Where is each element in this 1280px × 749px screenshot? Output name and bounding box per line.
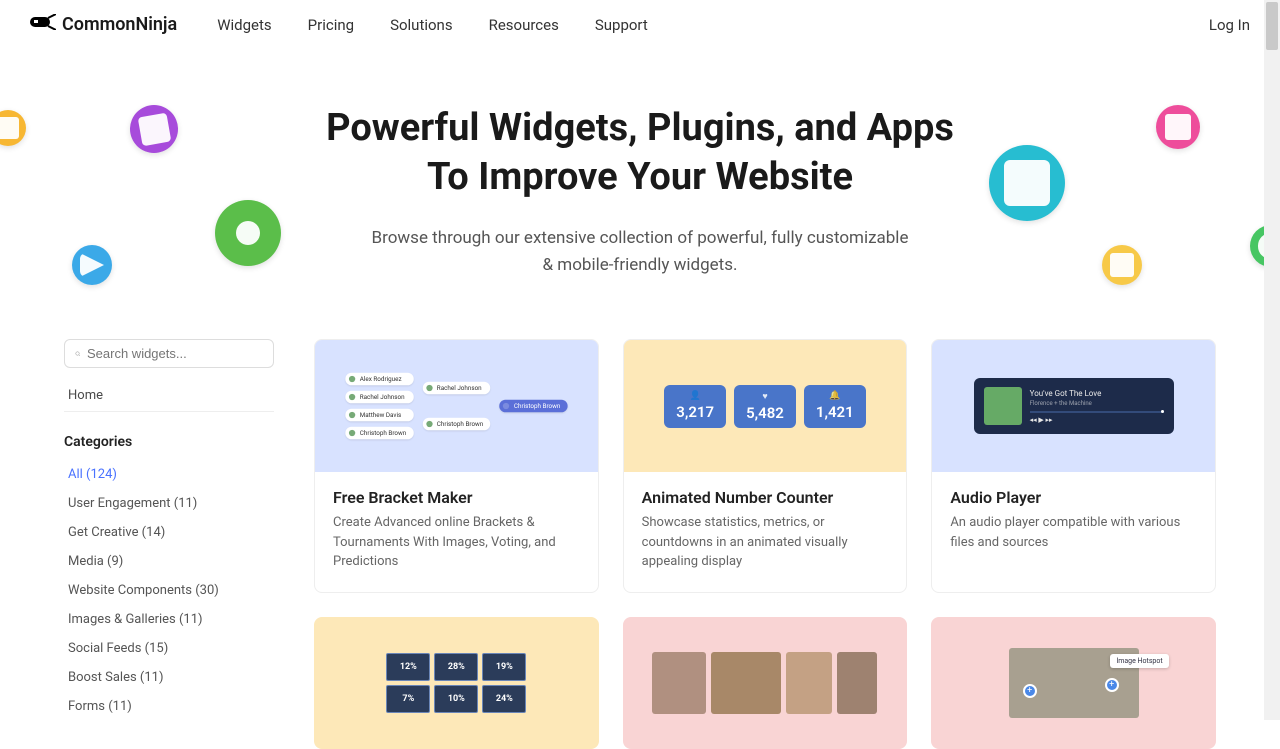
brand-logo[interactable]: CommonNinja: [30, 14, 177, 35]
hero-title-line: To Improve Your Website: [427, 155, 853, 199]
hero-title: Powerful Widgets, Plugins, and Apps To I…: [200, 104, 1080, 203]
card-description: An audio player compatible with various …: [950, 513, 1197, 552]
brand-text: CommonNinja: [62, 14, 177, 35]
search-box[interactable]: [64, 339, 274, 368]
widget-card-bracket[interactable]: Alex Rodriguez Rachel Johnson Matthew Da…: [314, 339, 599, 593]
hero-title-line: Powerful Widgets, Plugins, and Apps: [326, 106, 954, 150]
widget-grid: Alex Rodriguez Rachel Johnson Matthew Da…: [314, 339, 1216, 749]
card-description: Showcase statistics, metrics, or countdo…: [642, 513, 889, 572]
sidebar-home[interactable]: Home: [64, 380, 274, 412]
login-link[interactable]: Log In: [1209, 16, 1250, 34]
nav-solutions[interactable]: Solutions: [390, 16, 453, 34]
categories-heading: Categories: [64, 434, 274, 450]
widget-card-hotspot[interactable]: Image Hotspot + +: [931, 617, 1216, 749]
percent-tile: 7%: [386, 685, 430, 713]
category-social-feeds[interactable]: Social Feeds (15): [64, 634, 274, 663]
card-thumbnail: You've Got The Love Florence + the Machi…: [932, 340, 1215, 472]
hotspot-marker: +: [1105, 678, 1119, 692]
widget-card-feed[interactable]: [623, 617, 908, 749]
audio-player-mock: You've Got The Love Florence + the Machi…: [974, 378, 1174, 434]
search-input[interactable]: [87, 346, 263, 361]
hotspot-image: Image Hotspot + +: [1009, 648, 1139, 718]
bracket-entry: Alex Rodriguez: [345, 373, 413, 386]
main-content: Home Categories All (124) User Engagemen…: [0, 339, 1280, 749]
category-list: All (124) User Engagement (11) Get Creat…: [64, 460, 274, 721]
bracket-entry: Christoph Brown: [345, 427, 413, 440]
percent-tile: 12%: [386, 653, 430, 681]
bracket-winner: Christoph Brown: [499, 400, 567, 413]
widget-card-counter[interactable]: 👤3,217 ♥5,482 🔔1,421 Animated Number Cou…: [623, 339, 908, 593]
nav-pricing[interactable]: Pricing: [308, 16, 354, 34]
category-get-creative[interactable]: Get Creative (14): [64, 518, 274, 547]
card-title: Audio Player: [950, 488, 1197, 507]
hero-section: Powerful Widgets, Plugins, and Apps To I…: [0, 49, 1280, 339]
progress-bar: [1030, 411, 1164, 413]
hotspot-label: Image Hotspot: [1110, 654, 1168, 668]
track-artist: Florence + the Machine: [1030, 400, 1164, 407]
bracket-entry: Christoph Brown: [422, 418, 490, 431]
feed-image: [711, 652, 781, 714]
counter-stat: ♥5,482: [734, 385, 796, 428]
card-title: Animated Number Counter: [642, 488, 889, 507]
scrollbar-thumb[interactable]: [1266, 2, 1278, 50]
percent-tile: 24%: [482, 685, 526, 713]
nav-support[interactable]: Support: [595, 16, 648, 34]
card-thumbnail: 12% 28% 19% 7% 10% 24%: [314, 617, 599, 749]
hotspot-marker: +: [1023, 684, 1037, 698]
category-user-engagement[interactable]: User Engagement (11): [64, 489, 274, 518]
bracket-entry: Rachel Johnson: [422, 382, 490, 395]
percent-tile: 10%: [434, 685, 478, 713]
category-media[interactable]: Media (9): [64, 547, 274, 576]
card-thumbnail: Alex Rodriguez Rachel Johnson Matthew Da…: [315, 340, 598, 472]
category-boost-sales[interactable]: Boost Sales (11): [64, 663, 274, 692]
card-thumbnail: 👤3,217 ♥5,482 🔔1,421: [624, 340, 907, 472]
track-title: You've Got The Love: [1030, 389, 1164, 398]
counter-stat: 👤3,217: [664, 385, 726, 428]
ninja-icon: [30, 14, 56, 35]
widget-card-audio[interactable]: You've Got The Love Florence + the Machi…: [931, 339, 1216, 593]
bracket-entry: Matthew Davis: [345, 409, 413, 422]
category-forms[interactable]: Forms (11): [64, 692, 274, 721]
category-website-components[interactable]: Website Components (30): [64, 576, 274, 605]
card-description: Create Advanced online Brackets & Tourna…: [333, 513, 580, 572]
sidebar: Home Categories All (124) User Engagemen…: [64, 339, 274, 749]
header: CommonNinja Widgets Pricing Solutions Re…: [0, 0, 1280, 49]
nav-resources[interactable]: Resources: [489, 16, 559, 34]
widget-card-before-after[interactable]: 12% 28% 19% 7% 10% 24%: [314, 617, 599, 749]
card-thumbnail: [623, 617, 908, 749]
album-art: [984, 387, 1022, 425]
search-icon: [75, 347, 81, 361]
counter-stat: 🔔1,421: [804, 385, 866, 428]
percent-tile: 19%: [482, 653, 526, 681]
percent-tile: 28%: [434, 653, 478, 681]
nav-widgets[interactable]: Widgets: [217, 16, 271, 34]
feed-image: [786, 652, 832, 714]
bracket-entry: Rachel Johnson: [345, 391, 413, 404]
card-title: Free Bracket Maker: [333, 488, 580, 507]
card-thumbnail: Image Hotspot + +: [931, 617, 1216, 749]
category-all[interactable]: All (124): [64, 460, 274, 489]
feed-image: [652, 652, 706, 714]
feed-image: [837, 652, 877, 714]
category-images-galleries[interactable]: Images & Galleries (11): [64, 605, 274, 634]
main-nav: Widgets Pricing Solutions Resources Supp…: [217, 16, 648, 34]
audio-controls: ◂◂ ▶ ▸▸: [1030, 416, 1164, 424]
hero-subtitle: Browse through our extensive collection …: [370, 225, 910, 279]
